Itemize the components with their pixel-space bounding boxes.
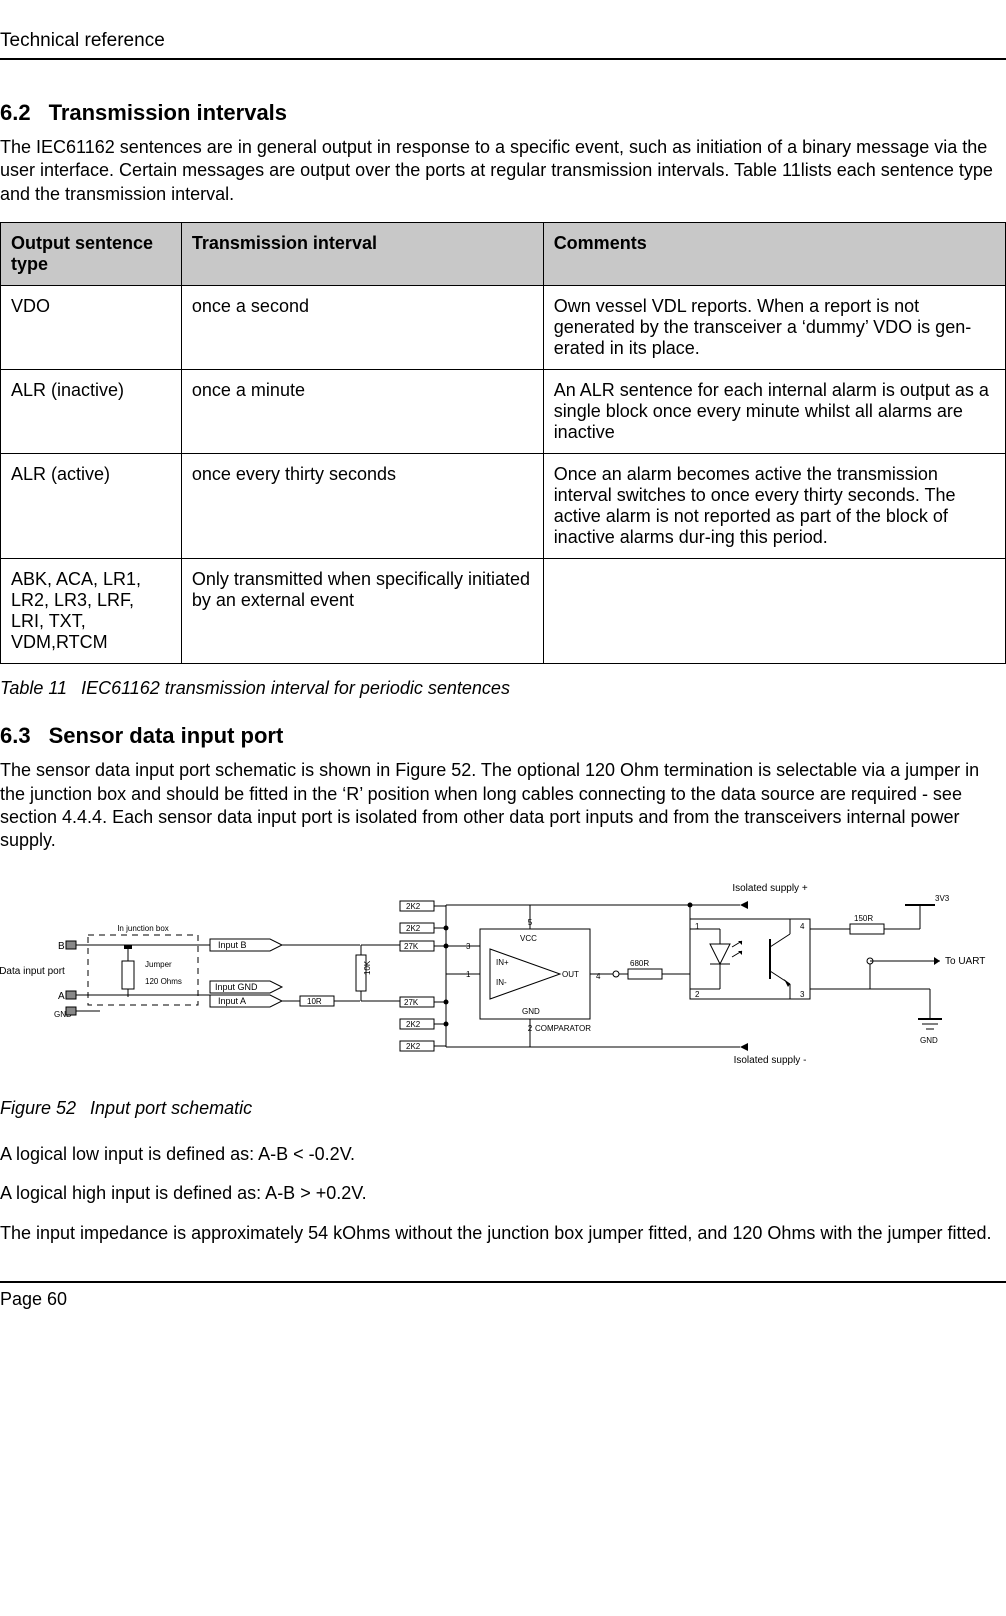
label-iso-plus: Isolated supply +	[732, 883, 807, 894]
label-to-uart: To UART	[945, 956, 985, 967]
table-row: ALR (active) once every thirty seconds O…	[1, 454, 1006, 559]
label-680r: 680R	[630, 959, 649, 968]
label-out: OUT	[562, 970, 579, 979]
input-a-box: Input A	[210, 995, 282, 1007]
label-10r: 10R	[307, 997, 322, 1006]
table-cell	[543, 559, 1005, 664]
table-cell: Only transmitted when specifically initi…	[181, 559, 543, 664]
pad	[66, 941, 76, 949]
table-cell: Own vessel VDL reports. When a report is…	[543, 286, 1005, 370]
caption-text: IEC61162 transmission interval for perio…	[81, 678, 510, 698]
opto-isolator	[690, 919, 810, 999]
caption-label: Figure 52	[0, 1098, 76, 1119]
label-data-input-port-1: Data input port	[0, 966, 65, 977]
label-2k2c: 2K2	[406, 1020, 421, 1029]
table-11: Output sentence type Transmission interv…	[0, 222, 1006, 664]
arrow-left-icon	[740, 901, 748, 909]
label-input-a: Input A	[218, 996, 246, 1006]
label-a: A	[58, 991, 65, 1002]
label-120ohms: 120 Ohms	[145, 977, 182, 986]
impedance-text: The input impedance is approximately 54 …	[0, 1222, 1006, 1245]
table-cell: An ALR sentence for each internal alarm …	[543, 370, 1005, 454]
label-gnd-comp: GND	[522, 1007, 540, 1016]
table-row: VDO once a second Own vessel VDL reports…	[1, 286, 1006, 370]
table-cell: ALR (inactive)	[1, 370, 182, 454]
table-header-col2: Transmission interval	[181, 223, 543, 286]
label-3v3: 3V3	[935, 894, 950, 903]
resistor-150r	[850, 924, 884, 934]
label-input-b: Input B	[218, 940, 247, 950]
table-cell: once a minute	[181, 370, 543, 454]
input-gnd-box: Input GND	[210, 981, 282, 993]
section-6-2-heading: 6.2 Transmission intervals	[0, 100, 1006, 126]
table-cell: Once an alarm becomes active the transmi…	[543, 454, 1005, 559]
table-header-col3: Comments	[543, 223, 1005, 286]
label-2k2b: 2K2	[406, 924, 421, 933]
table-11-caption: Table 11 IEC61162 transmission interval f…	[0, 678, 1006, 699]
section-6-2-intro: The IEC61162 sentences are in general ou…	[0, 136, 1006, 206]
figure-52-schematic: Data input port B A GND In junction box …	[0, 869, 1006, 1084]
resistor-120	[122, 961, 134, 989]
label-gnd-right: GND	[920, 1036, 938, 1045]
label-2k2d: 2K2	[406, 1042, 421, 1051]
label-jumper: Jumper	[145, 960, 172, 969]
section-number: 6.3	[0, 723, 31, 749]
section-title: Transmission intervals	[49, 100, 287, 125]
caption-text: Input port schematic	[90, 1098, 252, 1118]
table-row: ABK, ACA, LR1, LR2, LR3, LRF, LRI, TXT, …	[1, 559, 1006, 664]
pad	[66, 991, 76, 999]
table-cell: VDO	[1, 286, 182, 370]
label-27ka: 27K	[404, 942, 419, 951]
label-10k: 10K	[363, 960, 372, 975]
section-title: Sensor data input port	[49, 723, 284, 748]
label-input-gnd: Input GND	[215, 982, 258, 992]
resistor-680r	[628, 969, 662, 979]
label-2k2a: 2K2	[406, 902, 421, 911]
caption-label: Table 11	[0, 678, 67, 699]
label-in-junction-box: In junction box	[117, 924, 169, 933]
table-cell: ALR (active)	[1, 454, 182, 559]
label-b: B	[58, 941, 65, 952]
label-opto4: 4	[800, 922, 805, 931]
section-number: 6.2	[0, 100, 31, 126]
label-inplus: IN+	[496, 958, 509, 967]
label-vcc: VCC	[520, 934, 537, 943]
label-27kb: 27K	[404, 998, 419, 1007]
label-opto3: 3	[800, 990, 805, 999]
table-header-row: Output sentence type Transmission interv…	[1, 223, 1006, 286]
label-inminus: IN-	[496, 978, 507, 987]
label-pin4: 4	[596, 972, 601, 981]
figure-52-caption: Figure 52 Input port schematic	[0, 1098, 1006, 1119]
input-b-box: Input B	[210, 939, 282, 951]
pad	[66, 1007, 76, 1015]
label-comparator: COMPARATOR	[535, 1024, 591, 1033]
label-opto2: 2	[695, 990, 700, 999]
label-iso-minus: Isolated supply -	[734, 1055, 807, 1066]
table-cell: once every thirty seconds	[181, 454, 543, 559]
table-cell: once a second	[181, 286, 543, 370]
logic-low-text: A logical low input is defined as: A-B <…	[0, 1143, 1006, 1166]
page-footer: Page 60	[0, 1281, 1006, 1310]
label-opto1: 1	[695, 922, 700, 931]
page-header: Technical reference	[0, 30, 1006, 60]
label-150r: 150R	[854, 914, 873, 923]
section-6-3-intro: The sensor data input port schematic is …	[0, 759, 1006, 853]
jumper-block	[124, 945, 132, 949]
logic-high-text: A logical high input is defined as: A-B …	[0, 1182, 1006, 1205]
table-header-col1: Output sentence type	[1, 223, 182, 286]
arrow-left-icon	[740, 1043, 748, 1051]
section-6-3-heading: 6.3 Sensor data input port	[0, 723, 1006, 749]
table-cell: ABK, ACA, LR1, LR2, LR3, LRF, LRI, TXT, …	[1, 559, 182, 664]
table-row: ALR (inactive) once a minute An ALR sent…	[1, 370, 1006, 454]
